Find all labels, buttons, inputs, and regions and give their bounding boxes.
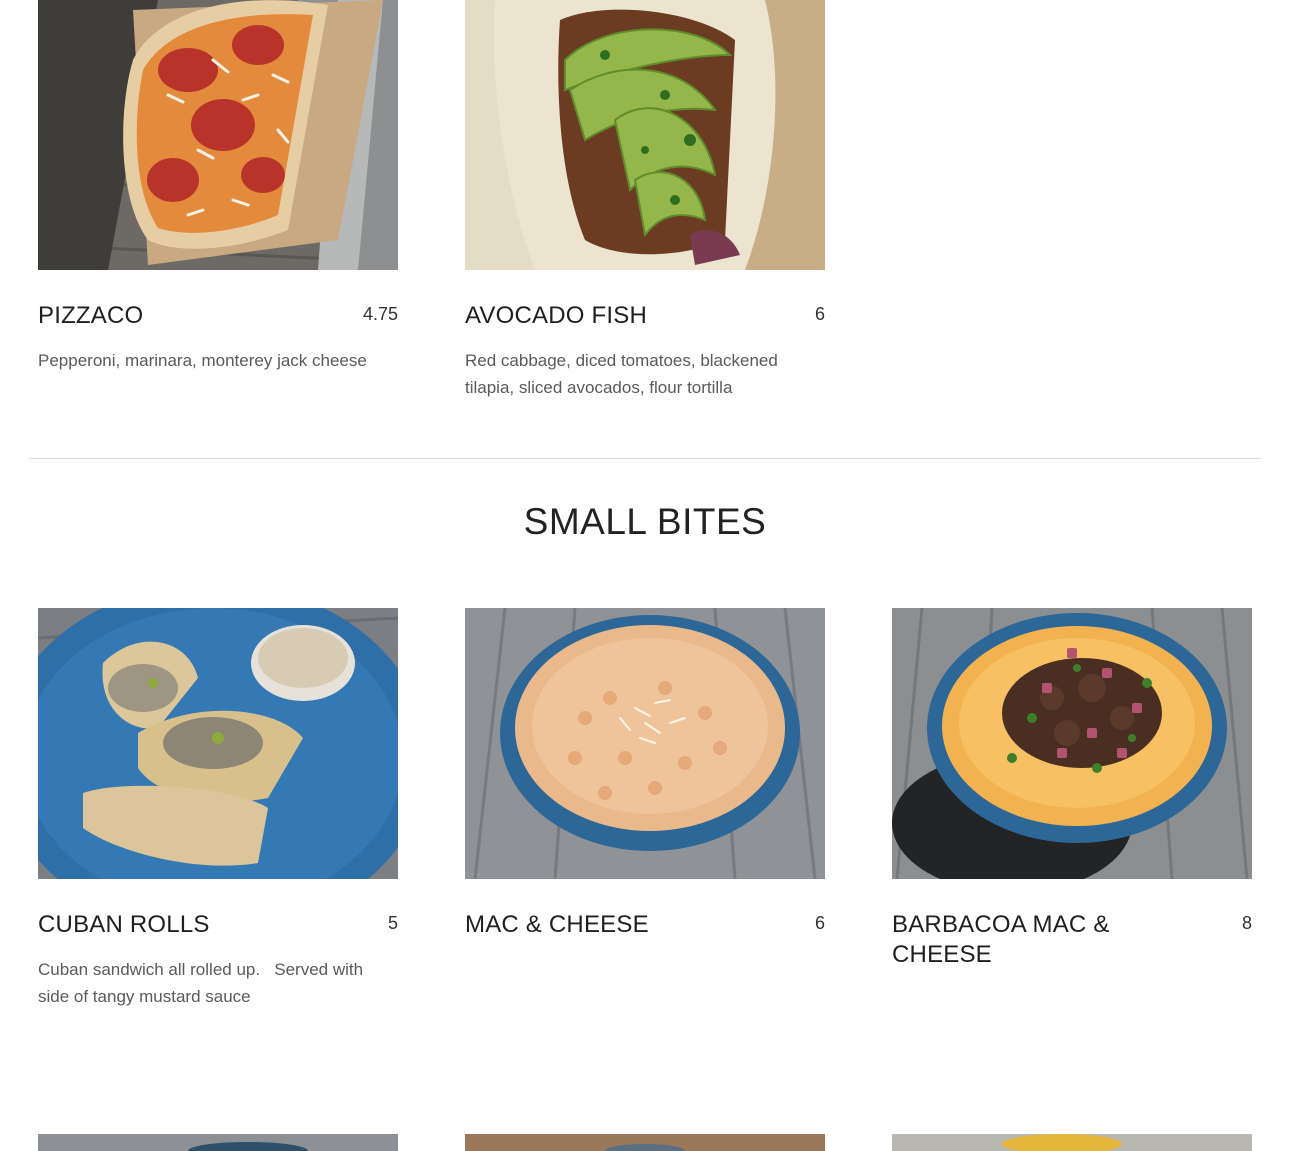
item-description: Red cabbage, diced tomatoes, blackened t… xyxy=(465,351,778,397)
next-item-photo-2[interactable] xyxy=(465,1134,825,1151)
avocado-fish-photo[interactable] xyxy=(465,0,825,270)
item-price: 8 xyxy=(1241,913,1252,933)
section-title-small-bites: SMALL BITES xyxy=(523,501,767,542)
next-item-photo-3[interactable] xyxy=(892,1134,1252,1151)
section-divider xyxy=(29,458,1261,459)
pizzaco-photo[interactable] xyxy=(38,0,398,270)
item-name: PIZZACO xyxy=(38,302,144,329)
item-price: 6 xyxy=(814,304,825,324)
item-price: 4.75 xyxy=(362,304,398,324)
next-item-photo-1[interactable] xyxy=(38,1134,398,1151)
cuban-rolls-photo[interactable] xyxy=(38,608,398,879)
item-name: BARBACOA MAC & CHEESE xyxy=(892,911,1110,968)
mac-and-cheese-photo[interactable] xyxy=(465,608,825,879)
item-price: 6 xyxy=(814,913,825,933)
item-name: CUBAN ROLLS xyxy=(38,911,210,938)
item-name: MAC & CHEESE xyxy=(465,911,649,938)
item-name: AVOCADO FISH xyxy=(465,302,647,329)
item-description: Cuban sandwich all rolled up. Served wit… xyxy=(38,960,368,1006)
barbacoa-mac-photo[interactable] xyxy=(892,608,1252,879)
item-description: Pepperoni, marinara, monterey jack chees… xyxy=(38,351,367,370)
item-price: 5 xyxy=(387,913,398,933)
